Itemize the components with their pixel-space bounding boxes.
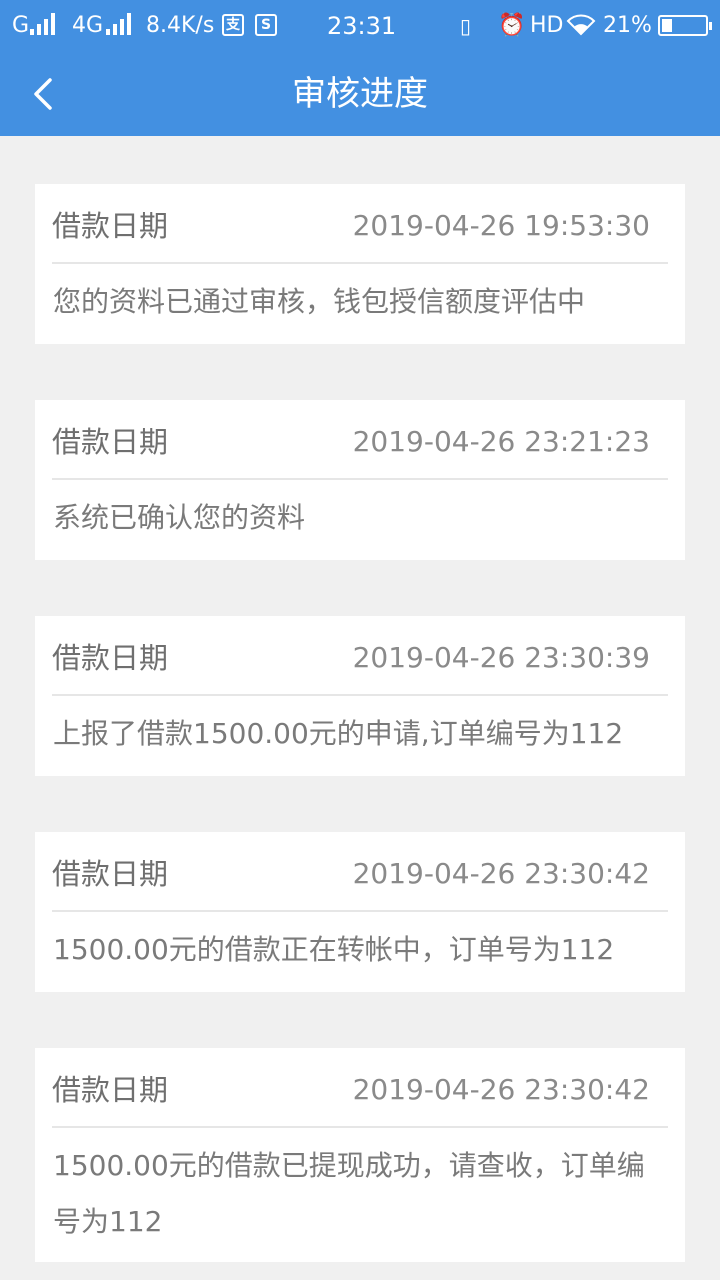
record-date: 2019-04-26 23:30:42 bbox=[352, 1073, 650, 1106]
record-message: 您的资料已通过审核，钱包授信额度评估中 bbox=[53, 285, 586, 318]
vibrate-icon: ▯ bbox=[460, 14, 472, 38]
record-message: 1500.00元的借款正在转帐中，订单号为112 bbox=[53, 933, 615, 966]
progress-card: 借款日期 2019-04-26 23:21:23 系统已确认您的资料 bbox=[35, 400, 685, 560]
app-header: G 4G 8.4K/s 支 S 23:31 ▯ ⏰ HD 21% 审核进度 bbox=[0, 0, 720, 136]
signal-icon-2 bbox=[106, 13, 136, 35]
network-speed: 8.4K/s bbox=[146, 13, 215, 38]
card-header: 借款日期 2019-04-26 23:30:42 bbox=[52, 1048, 668, 1128]
status-bar: G 4G 8.4K/s 支 S 23:31 ▯ ⏰ HD 21% bbox=[0, 0, 720, 52]
record-date: 2019-04-26 23:30:39 bbox=[352, 641, 650, 674]
card-header: 借款日期 2019-04-26 19:53:30 bbox=[52, 184, 668, 264]
card-header: 借款日期 2019-04-26 23:21:23 bbox=[52, 400, 668, 480]
battery-icon bbox=[658, 15, 712, 36]
date-label: 借款日期 bbox=[52, 857, 169, 891]
date-label: 借款日期 bbox=[52, 1073, 169, 1107]
battery-percent: 21% bbox=[603, 13, 652, 38]
record-date: 2019-04-26 23:21:23 bbox=[352, 425, 650, 458]
record-message: 系统已确认您的资料 bbox=[53, 501, 306, 534]
alarm-icon: ⏰ bbox=[498, 13, 526, 38]
app-notification-icon: S bbox=[255, 14, 277, 36]
carrier-label-2: 4G bbox=[72, 13, 104, 38]
date-label: 借款日期 bbox=[52, 425, 169, 459]
card-header: 借款日期 2019-04-26 23:30:39 bbox=[52, 616, 668, 696]
date-label: 借款日期 bbox=[52, 641, 169, 675]
record-message: 1500.00元的借款已提现成功，请查收，订单编号为112 bbox=[53, 1149, 645, 1238]
alipay-icon: 支 bbox=[222, 14, 244, 36]
battery-fill bbox=[662, 19, 672, 32]
carrier-label-1: G bbox=[12, 13, 30, 38]
record-message: 上报了借款1500.00元的申请,订单编号为112 bbox=[53, 717, 624, 750]
progress-card: 借款日期 2019-04-26 23:30:39 上报了借款1500.00元的申… bbox=[35, 616, 685, 776]
record-date: 2019-04-26 19:53:30 bbox=[352, 209, 650, 242]
page-title: 审核进度 bbox=[292, 74, 428, 114]
record-date: 2019-04-26 23:30:42 bbox=[352, 857, 650, 890]
progress-card: 借款日期 2019-04-26 23:30:42 1500.00元的借款已提现成… bbox=[35, 1048, 685, 1262]
progress-card: 借款日期 2019-04-26 23:30:42 1500.00元的借款正在转帐… bbox=[35, 832, 685, 992]
nav-bar: 审核进度 bbox=[0, 52, 720, 136]
date-label: 借款日期 bbox=[52, 209, 169, 243]
clock: 23:31 bbox=[327, 12, 397, 40]
hd-label: HD bbox=[530, 13, 564, 38]
wifi-icon bbox=[566, 14, 596, 36]
signal-icon bbox=[30, 13, 60, 35]
progress-card: 借款日期 2019-04-26 19:53:30 您的资料已通过审核，钱包授信额… bbox=[35, 184, 685, 344]
card-header: 借款日期 2019-04-26 23:30:42 bbox=[52, 832, 668, 912]
